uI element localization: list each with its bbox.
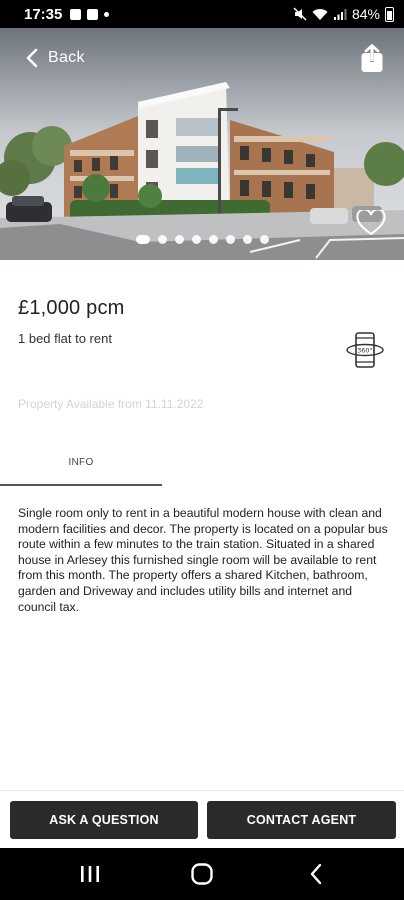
- contact-agent-label: CONTACT AGENT: [246, 813, 357, 827]
- gallery-dot[interactable]: [174, 235, 184, 244]
- status-bar: 17:35 84%: [0, 0, 404, 28]
- tab-info-label: INFO: [68, 456, 94, 468]
- gallery-dot[interactable]: [259, 235, 269, 244]
- tab-info[interactable]: INFO: [0, 440, 162, 486]
- share-icon: [361, 44, 383, 72]
- home-icon: [191, 863, 213, 885]
- contact-agent-button[interactable]: CONTACT AGENT: [207, 801, 396, 839]
- system-back-button[interactable]: [276, 848, 356, 900]
- listing-subtitle: 1 bed flat to rent: [18, 331, 112, 346]
- gallery-dot[interactable]: [157, 235, 167, 244]
- notification-icon: [87, 8, 99, 20]
- availability-date: Property Available from 11.11.2022: [18, 397, 204, 411]
- 360-phone-icon: 360°: [346, 332, 384, 368]
- signal-icon: [333, 8, 347, 20]
- chevron-left-icon: [26, 48, 38, 68]
- dot-icon: [104, 11, 110, 17]
- battery-icon: [385, 6, 394, 22]
- gallery-dot[interactable]: [242, 235, 252, 244]
- virtual-tour-button[interactable]: 360°: [345, 332, 385, 374]
- image-icon: [70, 8, 82, 20]
- property-photo-gallery[interactable]: Back: [0, 28, 404, 260]
- recents-button[interactable]: [50, 848, 130, 900]
- gallery-indicator: [0, 235, 404, 244]
- svg-text:360°: 360°: [357, 347, 373, 355]
- favourite-button[interactable]: [356, 210, 386, 236]
- wifi-icon: [312, 8, 328, 20]
- share-button[interactable]: [360, 44, 384, 74]
- battery-level: 84%: [351, 6, 380, 22]
- ask-question-label: ASK A QUESTION: [49, 813, 159, 827]
- gallery-dot[interactable]: [191, 235, 201, 244]
- listing-price: £1,000 pcm: [18, 297, 125, 319]
- ask-question-button[interactable]: ASK A QUESTION: [10, 801, 198, 839]
- system-nav-bar: [0, 848, 404, 900]
- heart-icon: [356, 210, 386, 236]
- gallery-dot[interactable]: [208, 235, 218, 244]
- mute-icon: [293, 7, 307, 21]
- gallery-dot[interactable]: [135, 235, 150, 244]
- back-icon: [310, 863, 322, 885]
- gallery-dot[interactable]: [225, 235, 235, 244]
- recents-icon: [81, 866, 99, 882]
- property-description: Single room only to rent in a beautiful …: [18, 506, 388, 614]
- action-bar: ASK A QUESTION CONTACT AGENT: [0, 790, 404, 848]
- home-button[interactable]: [162, 848, 242, 900]
- status-time: 17:35: [24, 5, 63, 23]
- back-button[interactable]: Back: [26, 48, 85, 68]
- back-label: Back: [48, 49, 85, 66]
